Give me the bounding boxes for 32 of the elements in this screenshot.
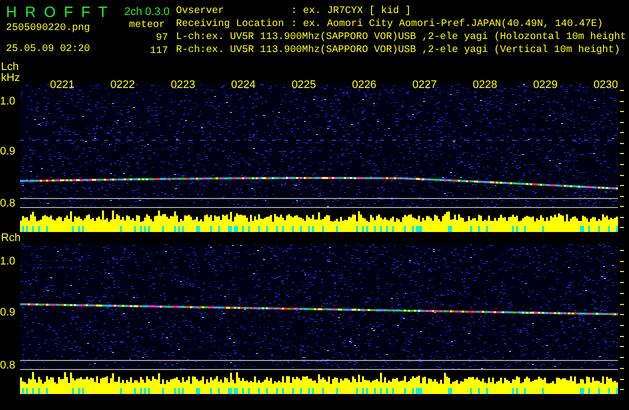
info-label: Ovserver	[176, 5, 226, 18]
info-value: : ex. Aomori City Aomori-Pref.JAPAN(40.49N, 140.47E)	[291, 18, 604, 31]
meteor-count: 97	[156, 32, 168, 45]
time-label: 0223	[170, 80, 196, 91]
channel-label: Lch	[1, 62, 20, 73]
channel-description: R-ch:ex. UV5R 113.900Mhz(SAPPORO VOR)USB ,2-ele yagi (Vertical 10m height)	[176, 44, 622, 57]
version-label: 2ch 0.3.0	[124, 6, 170, 19]
time-label: 0226	[352, 80, 376, 91]
time-label: 0224	[231, 80, 256, 91]
channel-description: L-ch:ex. UV5R 113.900Mhz(SAPPORO VOR)USB ,2-ele yagi (Holozontal 10m height	[176, 31, 628, 44]
channel-label: Rch	[1, 233, 22, 244]
time-label: 0228	[472, 80, 498, 91]
date-time: 25.05.09 02:20	[6, 43, 92, 56]
time-label: 0225	[292, 80, 316, 91]
info-value: : ex. JR7CYX [ kid ]	[291, 5, 412, 18]
y-tick-label: 0.9	[0, 308, 16, 318]
y-tick-label: 0.9	[0, 146, 16, 158]
time-label: 0222	[110, 80, 135, 91]
unit-label: kHz	[1, 73, 21, 84]
time-label: 0227	[412, 80, 437, 91]
file-name: 2505090220.png	[6, 22, 92, 35]
meteor-label: meteor	[128, 19, 165, 32]
time-label: 0229	[533, 80, 558, 91]
info-label: Receiving Location	[176, 18, 286, 31]
app-title: H R O F F T	[6, 4, 108, 22]
y-tick-label: 0.8	[0, 198, 16, 210]
y-tick-label: 0.8	[0, 360, 16, 371]
y-tick-label: 1.0	[0, 96, 16, 108]
meteor-count: 117	[150, 45, 168, 58]
y-tick-label: 1.0	[0, 256, 16, 268]
time-label: 0230	[594, 80, 618, 91]
time-label: 0221	[50, 80, 74, 91]
